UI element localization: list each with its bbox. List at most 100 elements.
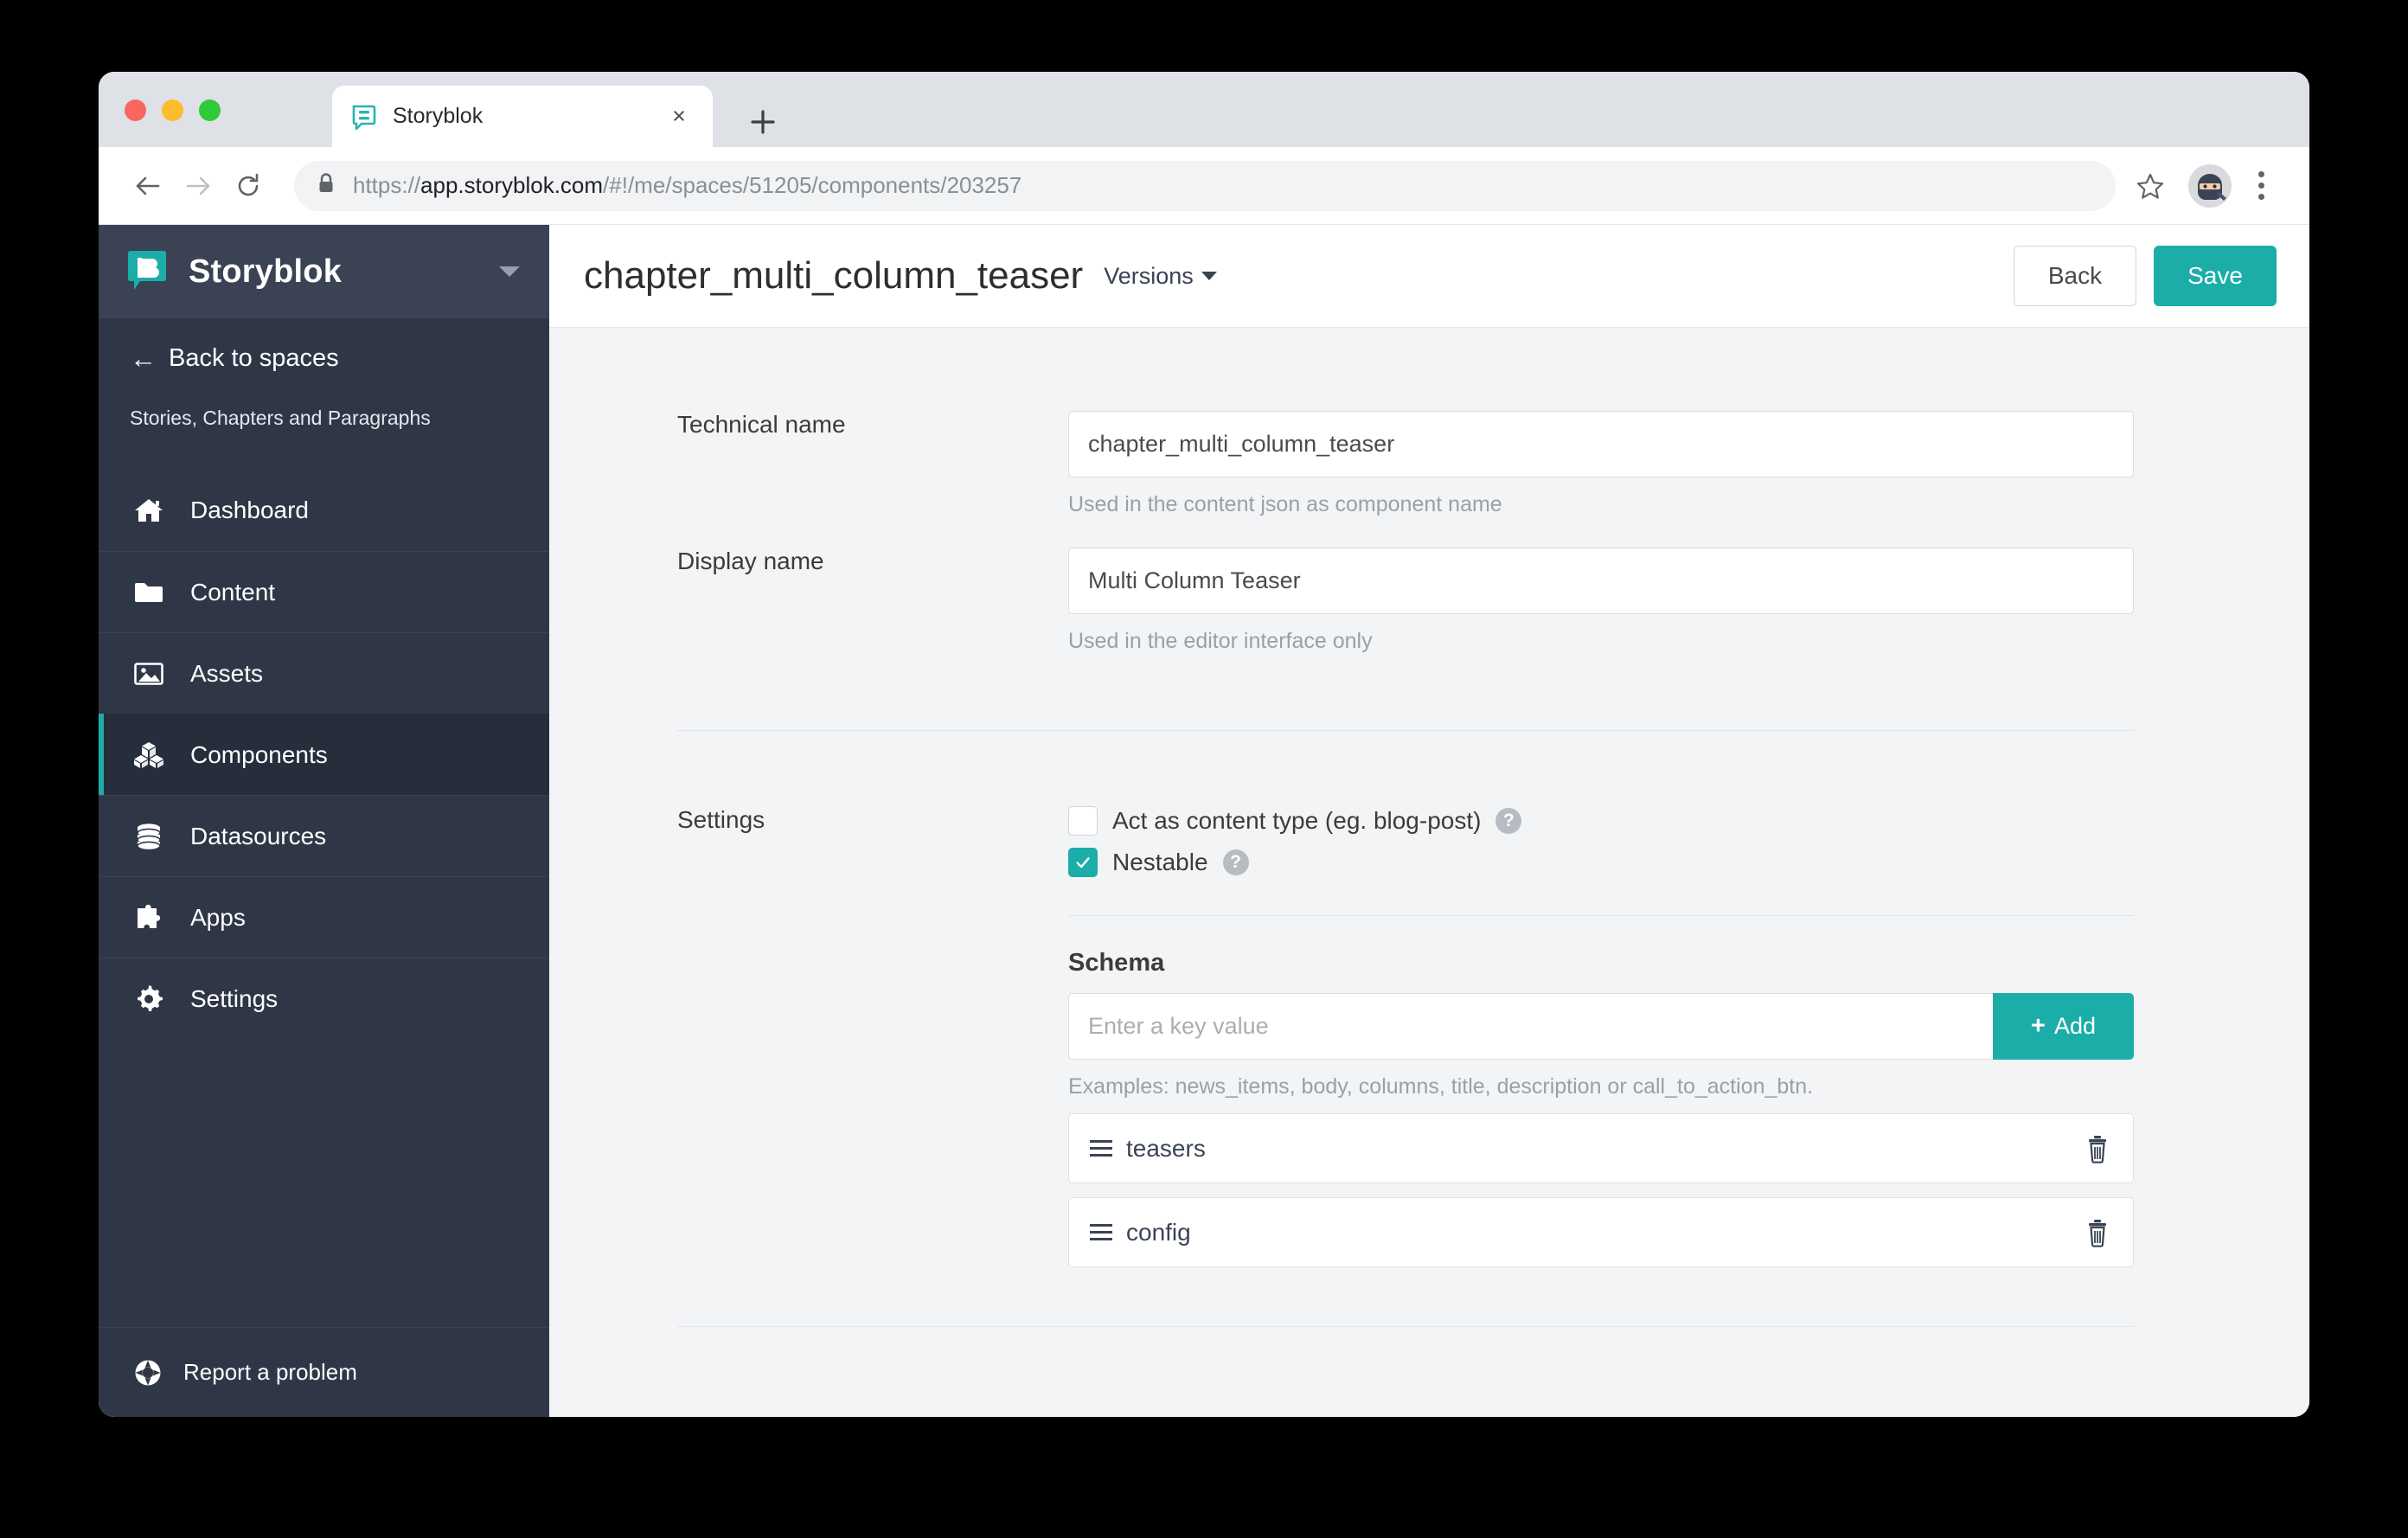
address-bar[interactable]: https://app.storyblok.com/#!/me/spaces/5… <box>294 160 2116 211</box>
sidebar-item-label: Content <box>190 578 276 606</box>
close-window-button[interactable] <box>125 99 146 121</box>
url-host: app.storyblok.com <box>420 172 604 198</box>
settings-label: Settings <box>677 806 765 833</box>
sidebar: Storyblok ← Back to spaces Stories, Chap… <box>99 225 549 1417</box>
browser-back-button[interactable] <box>123 161 173 211</box>
sidebar-brand[interactable]: Storyblok <box>99 225 549 318</box>
drag-handle-icon[interactable] <box>1090 1224 1114 1240</box>
browser-tab-title: Storyblok <box>393 104 484 128</box>
display-name-row: Display name Multi Column Teaser Used in… <box>549 548 2249 654</box>
schema-add-button[interactable]: + Add <box>1993 993 2134 1060</box>
sidebar-item-datasources[interactable]: Datasources <box>99 795 549 876</box>
settings-field: Act as content type (eg. blog-post) ? Ne… <box>1068 806 2134 1267</box>
display-name-field: Multi Column Teaser Used in the editor i… <box>1068 548 2134 654</box>
browser-tab-strip: Storyblok × <box>99 72 2309 147</box>
settings-divider <box>1068 915 2134 916</box>
browser-reload-button[interactable] <box>223 161 273 211</box>
bookmark-star-icon[interactable] <box>2128 163 2173 208</box>
close-tab-button[interactable]: × <box>664 102 694 131</box>
new-tab-button[interactable] <box>746 105 780 139</box>
gear-icon <box>130 982 168 1016</box>
url-path: /#!/me/spaces/51205/components/203257 <box>603 172 1022 198</box>
schema-key-input[interactable]: Enter a key value <box>1068 993 1993 1060</box>
back-to-spaces-link[interactable]: ← Back to spaces <box>99 318 549 398</box>
table-row[interactable]: config <box>1068 1197 2134 1267</box>
display-name-label: Display name <box>677 548 824 574</box>
sidebar-item-label: Assets <box>190 659 264 687</box>
app-viewport: Storyblok ← Back to spaces Stories, Chap… <box>99 225 2309 1417</box>
schema-rows: teasers config <box>1068 1113 2134 1267</box>
address-bar-url: https://app.storyblok.com/#!/me/spaces/5… <box>353 172 1021 199</box>
minimize-window-button[interactable] <box>162 99 183 121</box>
schema-examples-hint: Examples: news_items, body, columns, tit… <box>1068 1074 1814 1099</box>
act-as-content-type-checkbox[interactable] <box>1068 806 1098 836</box>
sidebar-brand-name: Storyblok <box>189 253 343 290</box>
sidebar-item-dashboard[interactable]: Dashboard <box>99 470 549 551</box>
sidebar-item-label: Dashboard <box>190 497 309 523</box>
chevron-down-icon <box>1201 272 1217 280</box>
save-button[interactable]: Save <box>2154 246 2277 306</box>
page-body: Technical name chapter_multi_column_teas… <box>549 328 2309 1417</box>
schema-row-name: teasers <box>1126 1134 1206 1162</box>
puzzle-icon <box>130 900 168 935</box>
nestable-label: Nestable <box>1112 849 1208 875</box>
schema-row-name: config <box>1126 1218 1191 1246</box>
help-icon[interactable]: ? <box>1495 808 1522 834</box>
sidebar-item-label: Datasources <box>190 822 327 849</box>
help-icon[interactable]: ? <box>1222 849 1249 875</box>
sidebar-item-assets[interactable]: Assets <box>99 632 549 714</box>
schema-add-row: Enter a key value + Add <box>1068 993 2134 1060</box>
sidebar-item-components[interactable]: Components <box>99 714 549 795</box>
folder-icon <box>130 575 168 610</box>
trash-icon[interactable] <box>2085 1218 2110 1247</box>
page-header: chapter_multi_column_teaser Versions Bac… <box>549 225 2309 328</box>
versions-dropdown-label: Versions <box>1104 262 1194 289</box>
sidebar-item-settings[interactable]: Settings <box>99 958 549 1039</box>
page-title: chapter_multi_column_teaser <box>584 254 1084 297</box>
lifebuoy-icon <box>131 1355 164 1390</box>
plus-icon: + <box>2031 1012 2046 1040</box>
technical-name-input[interactable]: chapter_multi_column_teaser <box>1068 411 2134 477</box>
act-as-content-type-checkbox-row[interactable]: Act as content type (eg. blog-post) ? <box>1068 806 2134 836</box>
technical-name-hint: Used in the content json as component na… <box>1068 492 1502 516</box>
space-name: Stories, Chapters and Paragraphs <box>130 407 431 429</box>
table-row[interactable]: teasers <box>1068 1113 2134 1183</box>
chevron-down-icon[interactable] <box>499 266 520 277</box>
technical-name-row: Technical name chapter_multi_column_teas… <box>549 411 2249 517</box>
versions-dropdown[interactable]: Versions <box>1104 263 1217 290</box>
sidebar-item-content[interactable]: Content <box>99 551 549 632</box>
sidebar-item-apps[interactable]: Apps <box>99 876 549 958</box>
technical-name-label: Technical name <box>677 411 846 438</box>
database-icon <box>130 819 168 854</box>
act-as-content-type-label: Act as content type (eg. blog-post) <box>1112 807 1482 834</box>
sidebar-item-label: Settings <box>190 984 279 1012</box>
browser-toolbar: https://app.storyblok.com/#!/me/spaces/5… <box>99 147 2309 225</box>
browser-forward-button[interactable] <box>173 161 223 211</box>
drag-handle-icon[interactable] <box>1090 1140 1114 1157</box>
url-scheme: https:// <box>353 172 421 198</box>
report-a-problem-label: Report a problem <box>183 1359 357 1385</box>
storyblok-logo-icon <box>125 247 173 296</box>
kebab-menu-icon[interactable] <box>2244 163 2278 208</box>
nestable-checkbox-row[interactable]: Nestable ? <box>1068 848 2134 877</box>
technical-name-field: chapter_multi_column_teaser Used in the … <box>1068 411 2134 517</box>
browser-window: Storyblok × https://app.storyblok.com/#!… <box>99 72 2309 1417</box>
profile-avatar[interactable] <box>2188 163 2232 208</box>
maximize-window-button[interactable] <box>199 99 221 121</box>
report-a-problem-link[interactable]: Report a problem <box>99 1327 549 1417</box>
arrow-left-icon: ← <box>130 343 157 374</box>
back-button[interactable]: Back <box>2014 246 2136 306</box>
back-to-spaces-label: Back to spaces <box>169 343 339 372</box>
section-divider <box>677 730 2134 731</box>
sidebar-item-label: Apps <box>190 903 246 931</box>
browser-tab[interactable]: Storyblok × <box>332 86 713 147</box>
display-name-input[interactable]: Multi Column Teaser <box>1068 548 2134 614</box>
schema-title: Schema <box>1068 949 1165 977</box>
trash-icon[interactable] <box>2085 1134 2110 1163</box>
window-traffic-lights <box>125 99 221 121</box>
cubes-icon <box>130 738 168 772</box>
storyblok-favicon-icon <box>351 104 377 131</box>
bottom-divider <box>677 1326 2134 1327</box>
nestable-checkbox[interactable] <box>1068 848 1098 877</box>
